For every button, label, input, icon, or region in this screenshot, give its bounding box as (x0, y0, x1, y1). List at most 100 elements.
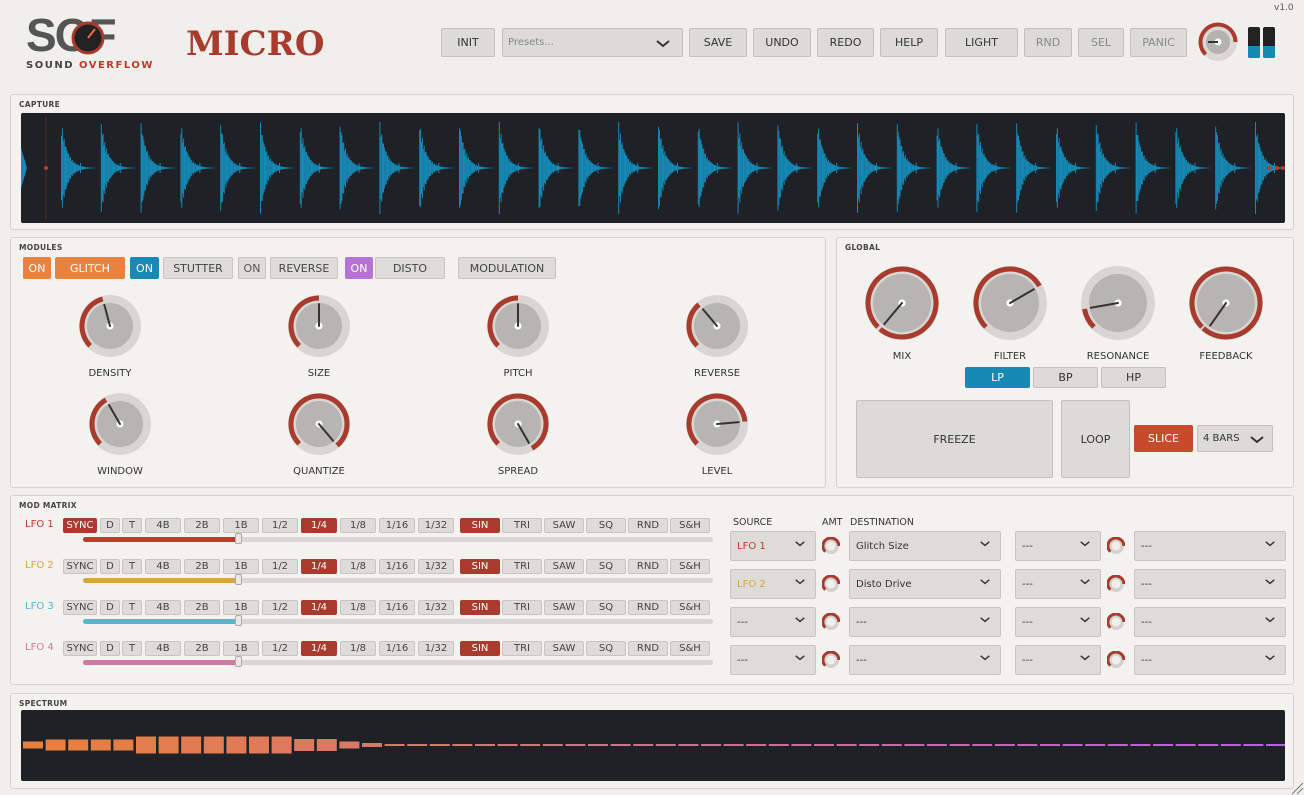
lfo-rate-option[interactable]: 1/16 (379, 600, 415, 615)
mod-destination-dropdown[interactable]: Glitch Size (849, 531, 1001, 561)
lfo-rate-option[interactable]: D (100, 600, 120, 615)
lfo-depth-slider[interactable] (83, 656, 713, 667)
lfo-rate-option[interactable]: 1B (223, 641, 259, 656)
lfo-shape-option[interactable]: SAW (544, 641, 584, 656)
mod-amount-knob[interactable] (1107, 575, 1125, 593)
stutter-module-button[interactable]: STUTTER (163, 257, 233, 279)
lfo-rate-option[interactable]: 1/16 (379, 559, 415, 574)
knob-mix[interactable] (864, 265, 940, 341)
lfo-shape-option[interactable]: TRI (502, 600, 542, 615)
save-button[interactable]: SAVE (689, 28, 747, 57)
help-button[interactable]: HELP (880, 28, 938, 57)
lfo-rate-option[interactable]: 1/4 (301, 600, 337, 615)
capture-waveform[interactable] (21, 113, 1285, 223)
lfo-shape-option[interactable]: TRI (502, 559, 542, 574)
lfo-shape-option[interactable]: S&H (670, 559, 710, 574)
lfo-rate-option[interactable]: T (122, 641, 142, 656)
rnd-button[interactable]: RND (1024, 28, 1072, 57)
lfo-rate-option[interactable]: 1/2 (262, 600, 298, 615)
lfo-rate-option[interactable]: D (100, 518, 120, 533)
lfo-shape-option[interactable]: RND (628, 518, 668, 533)
redo-button[interactable]: REDO (817, 28, 874, 57)
lfo-rate-option[interactable]: 1/32 (418, 641, 454, 656)
lfo-shape-option[interactable]: SAW (544, 518, 584, 533)
lfo-rate-option[interactable]: D (100, 641, 120, 656)
lfo-shape-option[interactable]: SAW (544, 559, 584, 574)
lfo-shape-option[interactable]: SIN (460, 518, 500, 533)
disto-module-button[interactable]: DISTO (375, 257, 445, 279)
filter-bp-button[interactable]: BP (1033, 367, 1098, 388)
mod-amount-knob[interactable] (1107, 613, 1125, 631)
lfo-rate-option[interactable]: 2B (184, 641, 220, 656)
mod-source-dropdown[interactable]: --- (1015, 531, 1101, 561)
lfo-shape-option[interactable]: SAW (544, 600, 584, 615)
slider-thumb[interactable] (235, 656, 242, 667)
lfo-shape-option[interactable]: RND (628, 559, 668, 574)
glitch-module-button[interactable]: GLITCH (55, 257, 125, 279)
init-button[interactable]: INIT (441, 28, 495, 57)
lfo-rate-option[interactable]: 2B (184, 518, 220, 533)
slice-button[interactable]: SLICE (1134, 425, 1193, 452)
lfo-rate-option[interactable]: 1B (223, 518, 259, 533)
lfo-shape-option[interactable]: SQ (586, 641, 626, 656)
reverse-on-toggle[interactable]: ON (238, 257, 266, 279)
lfo-rate-option[interactable]: SYNC (63, 518, 97, 533)
lfo-shape-option[interactable]: SQ (586, 559, 626, 574)
disto-on-toggle[interactable]: ON (345, 257, 373, 279)
lfo-rate-option[interactable]: 1B (223, 600, 259, 615)
knob-feedback[interactable] (1188, 265, 1264, 341)
knob-pitch[interactable] (486, 294, 550, 358)
lfo-rate-option[interactable]: 1/8 (340, 641, 376, 656)
undo-button[interactable]: UNDO (753, 28, 811, 57)
loop-button[interactable]: LOOP (1061, 400, 1130, 478)
lfo-shape-option[interactable]: SIN (460, 559, 500, 574)
lfo-shape-option[interactable]: TRI (502, 641, 542, 656)
stutter-on-toggle[interactable]: ON (130, 257, 159, 279)
mod-destination-dropdown[interactable]: --- (849, 607, 1001, 637)
mod-amount-knob[interactable] (822, 575, 840, 593)
mod-source-dropdown[interactable]: --- (730, 607, 816, 637)
mod-amount-knob[interactable] (822, 613, 840, 631)
lfo-shape-option[interactable]: SQ (586, 600, 626, 615)
lfo-shape-option[interactable]: RND (628, 600, 668, 615)
knob-reverse[interactable] (685, 294, 749, 358)
lfo-rate-option[interactable]: 1/8 (340, 600, 376, 615)
mod-destination-dropdown[interactable]: --- (1134, 607, 1286, 637)
lfo-rate-option[interactable]: 4B (145, 559, 181, 574)
lfo-shape-option[interactable]: S&H (670, 641, 710, 656)
mod-source-dropdown[interactable]: LFO 2 (730, 569, 816, 599)
filter-hp-button[interactable]: HP (1101, 367, 1166, 388)
lfo-depth-slider[interactable] (83, 574, 713, 585)
lfo-shape-option[interactable]: TRI (502, 518, 542, 533)
bars-dropdown[interactable]: 4 BARS (1197, 425, 1273, 452)
lfo-rate-option[interactable]: T (122, 559, 142, 574)
slider-thumb[interactable] (235, 574, 242, 585)
filter-lp-button[interactable]: LP (965, 367, 1030, 388)
lfo-rate-option[interactable]: 1/32 (418, 559, 454, 574)
lfo-rate-option[interactable]: 1/2 (262, 518, 298, 533)
lfo-rate-option[interactable]: 4B (145, 518, 181, 533)
lfo-rate-option[interactable]: 1B (223, 559, 259, 574)
lfo-depth-slider[interactable] (83, 615, 713, 626)
glitch-on-toggle[interactable]: ON (23, 257, 51, 279)
mod-destination-dropdown[interactable]: --- (1134, 531, 1286, 561)
lfo-rate-option[interactable]: 1/4 (301, 559, 337, 574)
lfo-rate-option[interactable]: SYNC (63, 559, 97, 574)
lfo-rate-option[interactable]: 1/8 (340, 518, 376, 533)
knob-quantize[interactable] (287, 392, 351, 456)
knob-size[interactable] (287, 294, 351, 358)
lfo-rate-option[interactable]: 1/4 (301, 518, 337, 533)
mod-amount-knob[interactable] (1107, 651, 1125, 669)
reverse-module-button[interactable]: REVERSE (270, 257, 338, 279)
lfo-rate-option[interactable]: 1/4 (301, 641, 337, 656)
lfo-depth-slider[interactable] (83, 533, 713, 544)
lfo-shape-option[interactable]: SQ (586, 518, 626, 533)
lfo-rate-option[interactable]: 1/8 (340, 559, 376, 574)
mod-destination-dropdown[interactable]: --- (1134, 569, 1286, 599)
knob-density[interactable] (78, 294, 142, 358)
mod-source-dropdown[interactable]: --- (1015, 607, 1101, 637)
slider-thumb[interactable] (235, 533, 242, 544)
lfo-rate-option[interactable]: 1/2 (262, 559, 298, 574)
mod-amount-knob[interactable] (1107, 537, 1125, 555)
knob-spread[interactable] (486, 392, 550, 456)
